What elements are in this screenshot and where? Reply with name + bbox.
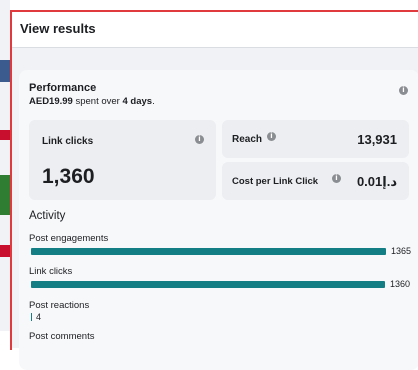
- activity-label-link-clicks: Link clicks: [29, 266, 73, 277]
- activity-count-post-engagements: 1365: [391, 246, 412, 256]
- performance-summary: AED19.99 spent over 4 days.: [29, 96, 155, 107]
- activity-count-link-clicks: 1360: [390, 279, 411, 289]
- performance-card: Performance AED19.99 spent over 4 days. …: [19, 70, 418, 370]
- performance-title: Performance: [29, 82, 97, 94]
- info-icon[interactable]: i: [195, 135, 204, 144]
- activity-bar-post-reactions: [31, 313, 32, 321]
- activity-title: Activity: [29, 210, 66, 222]
- cost-per-link-click-label: Cost per Link Click: [232, 176, 319, 187]
- spend-period-end: .: [152, 96, 155, 107]
- spend-amount: AED19.99: [29, 96, 73, 107]
- activity-label-post-reactions: Post reactions: [29, 300, 90, 311]
- activity-count-post-reactions: 4: [36, 312, 42, 322]
- dialog-body[interactable]: Performance AED19.99 spent over 4 days. …: [12, 48, 418, 370]
- spend-days: 4 days: [122, 96, 153, 107]
- reach-metric: Reach i 13,931: [222, 120, 409, 158]
- info-icon[interactable]: i: [399, 86, 408, 95]
- cost-per-link-click-value: د.إ0.01: [356, 174, 397, 189]
- link-clicks-label: Link clicks: [42, 136, 94, 147]
- info-icon[interactable]: i: [332, 174, 341, 183]
- info-icon[interactable]: i: [267, 132, 276, 141]
- background-page: [0, 0, 10, 331]
- activity-label-post-comments: Post comments: [29, 331, 95, 342]
- spend-text: spent over: [72, 96, 123, 107]
- link-clicks-value: 1,360: [42, 165, 95, 188]
- dialog-header: View results: [12, 12, 418, 48]
- reach-label: Reach: [232, 134, 263, 145]
- activity-bar-post-engagements: [31, 248, 386, 255]
- activity-label-post-engagements: Post engagements: [29, 233, 109, 244]
- activity-bar-link-clicks: [31, 281, 385, 288]
- link-clicks-metric: Link clicks i 1,360: [29, 120, 216, 200]
- cost-per-link-click-metric: Cost per Link Click i د.إ0.01: [222, 162, 409, 200]
- reach-value: 13,931: [357, 132, 397, 147]
- view-results-dialog: View results Performance AED19.99 spent …: [10, 10, 418, 370]
- dialog-title: View results: [20, 21, 96, 36]
